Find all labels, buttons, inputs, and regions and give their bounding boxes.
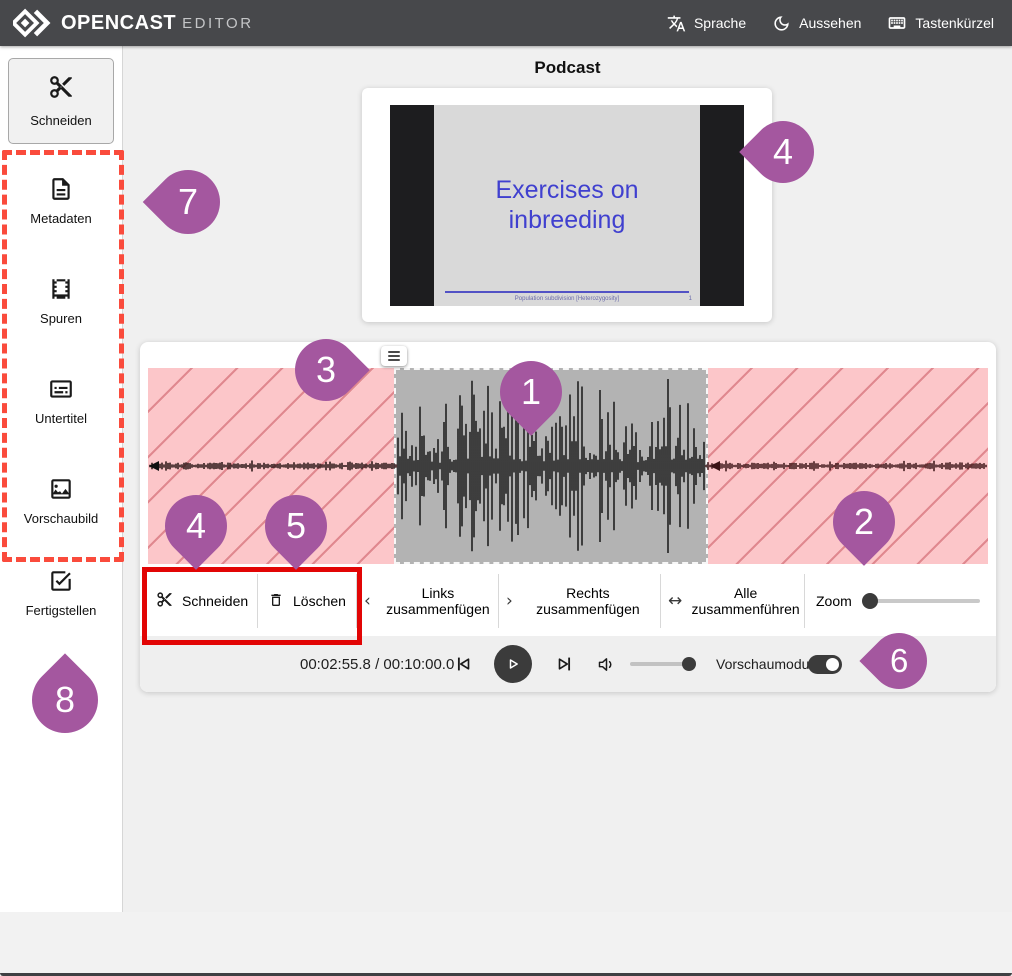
menu-label: Sprache: [694, 15, 746, 31]
checkbox-icon: [0, 568, 122, 594]
menu-item-language[interactable]: Sprache: [667, 14, 746, 33]
sidebar-item-spuren[interactable]: Spuren: [0, 276, 122, 328]
volume-slider-thumb[interactable]: [682, 657, 696, 671]
sidebar-item-label: Schneiden: [30, 113, 91, 128]
page-background: [0, 912, 1012, 976]
slide-footer-line: [445, 291, 690, 293]
opencast-editor-app: OPENCAST EDITOR Sprache Aussehen Taste: [0, 0, 1012, 976]
sidebar-item-label: Fertigstellen: [26, 603, 97, 618]
delete-button-label: Löschen: [293, 593, 346, 609]
opencast-logo-icon: [13, 7, 51, 39]
sidebar-item-vorschaubild[interactable]: Vorschaubild: [0, 476, 122, 528]
volume-slider[interactable]: [630, 662, 694, 666]
play-button[interactable]: [494, 645, 532, 683]
sidebar-item-untertitel[interactable]: Untertitel: [0, 376, 122, 428]
zoom-control: Zoom: [816, 568, 980, 634]
page-title: Podcast: [123, 58, 1012, 78]
video-slide: Exercises on inbreeding Population subdi…: [434, 105, 700, 306]
merge-right-button[interactable]: › Rechts zusammenfügen: [506, 568, 654, 634]
scissors-icon: [156, 591, 173, 611]
zoom-slider[interactable]: [862, 599, 980, 603]
video-preview-card: Exercises on inbreeding Population subdi…: [362, 88, 772, 322]
timeline-track[interactable]: [148, 368, 988, 564]
sidebar-item-schneiden[interactable]: Schneiden: [8, 58, 114, 144]
toolbar-divider: [804, 574, 805, 628]
delete-button[interactable]: Löschen: [268, 568, 346, 634]
pillarbox-left: [390, 105, 434, 306]
brand-name: OPENCAST: [61, 12, 176, 35]
merge-right-label: Rechts zusammenfügen: [522, 585, 654, 617]
menu-label: Aussehen: [799, 15, 861, 31]
menu-label: Tastenkürzel: [915, 15, 994, 31]
skip-previous-button[interactable]: [452, 636, 474, 692]
video-player[interactable]: Exercises on inbreeding Population subdi…: [390, 105, 744, 306]
skip-next-button[interactable]: [554, 636, 576, 692]
segment-cut-left[interactable]: [148, 368, 394, 564]
toggle-knob: [826, 658, 839, 671]
film-icon: [0, 276, 122, 302]
zoom-slider-thumb[interactable]: [862, 593, 878, 609]
merge-left-label: Links zusammenfügen: [380, 585, 496, 617]
keyboard-icon: [887, 13, 907, 33]
cut-toolbar: Schneiden Löschen ‹ Links zusammenfügen …: [140, 568, 996, 634]
document-icon: [0, 176, 122, 202]
merge-left-button[interactable]: ‹ Links zusammenfügen: [364, 568, 496, 634]
zoom-label: Zoom: [816, 593, 852, 609]
brand-suffix: EDITOR: [182, 15, 253, 32]
preview-mode-label: Vorschaumodus: [716, 636, 816, 692]
toolbar-divider: [257, 574, 258, 628]
menu-item-appearance[interactable]: Aussehen: [772, 14, 861, 33]
slide-title: Exercises on inbreeding: [434, 175, 700, 235]
sidebar-item-label: Metadaten: [30, 211, 91, 226]
sidebar-item-label: Vorschaubild: [24, 511, 98, 526]
volume-icon[interactable]: [596, 636, 617, 692]
toolbar-divider: [660, 574, 661, 628]
sidebar-item-metadaten[interactable]: Metadaten: [0, 176, 122, 228]
toolbar-divider: [498, 574, 499, 628]
volume-slider-wrap: [630, 636, 694, 692]
scissors-icon: [48, 74, 74, 105]
sidebar: Schneiden Metadaten Spuren Untertitel Vo: [0, 46, 123, 912]
app-header: OPENCAST EDITOR Sprache Aussehen Taste: [0, 0, 1012, 46]
header-menu: Sprache Aussehen Tastenkürzel: [667, 13, 1012, 33]
playback-bar: 00:02:55.8 / 00:10:00.0 Vorschaumodus: [140, 636, 996, 692]
merge-all-button[interactable]: ↔ Alle zusammenführen: [668, 568, 800, 634]
scrubber-handle[interactable]: [381, 346, 407, 366]
cut-button-label: Schneiden: [182, 593, 248, 609]
moon-icon: [772, 14, 791, 33]
preview-mode-toggle[interactable]: [808, 655, 842, 674]
segment-kept[interactable]: [394, 368, 708, 564]
chevron-right-icon: ›: [506, 591, 513, 611]
toolbar-divider: [356, 574, 357, 628]
trash-icon: [268, 592, 284, 611]
sidebar-item-label: Spuren: [40, 311, 82, 326]
menu-item-shortcuts[interactable]: Tastenkürzel: [887, 13, 994, 33]
cut-button[interactable]: Schneiden: [156, 568, 248, 634]
translate-icon: [667, 14, 686, 33]
brand: OPENCAST EDITOR: [0, 7, 254, 39]
arrows-left-right-icon: ↔: [668, 591, 682, 611]
chevron-left-icon: ‹: [364, 591, 371, 611]
subtitles-icon: [0, 376, 122, 402]
image-icon: [0, 476, 122, 502]
sidebar-item-label: Untertitel: [35, 411, 87, 426]
time-display: 00:02:55.8 / 00:10:00.0: [300, 636, 454, 692]
segment-cut-right[interactable]: [708, 368, 988, 564]
timeline-card: Schneiden Löschen ‹ Links zusammenfügen …: [140, 342, 996, 692]
sidebar-item-fertigstellen[interactable]: Fertigstellen: [0, 568, 122, 620]
slide-footer-text: Population subdivision [Heterozygosity]: [434, 296, 700, 302]
merge-all-label: Alle zusammenführen: [691, 585, 800, 617]
slide-page-number: 1: [689, 296, 692, 302]
pillarbox-right: [700, 105, 744, 306]
